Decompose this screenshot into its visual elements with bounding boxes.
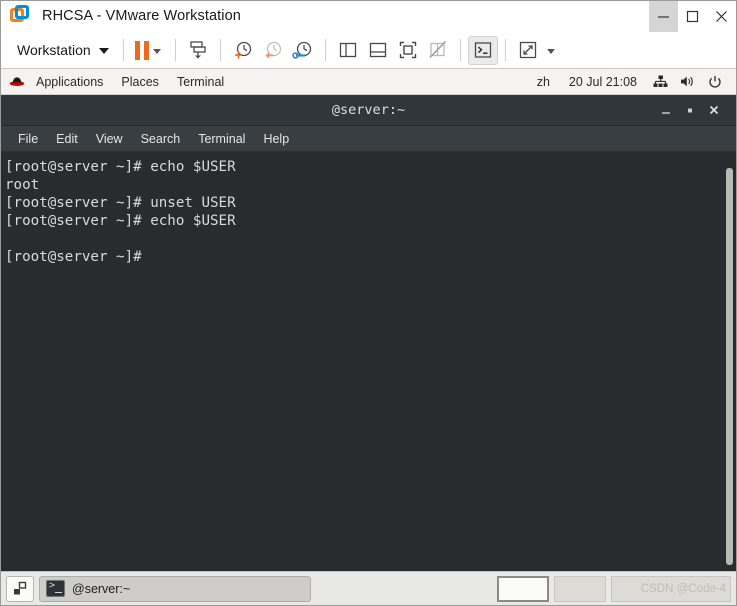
minimize-icon bbox=[662, 112, 670, 114]
show-library-button[interactable] bbox=[333, 36, 363, 65]
menu-terminal[interactable]: Terminal bbox=[189, 132, 254, 146]
snapshot-add-clock-icon bbox=[234, 41, 251, 59]
toolbar-separator bbox=[504, 39, 506, 61]
workspace-switcher-1[interactable] bbox=[497, 575, 549, 602]
maximize-icon bbox=[686, 10, 699, 22]
terminal-window: @server:~ File Edit View Search Terminal… bbox=[1, 95, 736, 571]
gnome-menu-places[interactable]: Places bbox=[112, 75, 168, 89]
gnome-menu-terminal[interactable]: Terminal bbox=[168, 75, 233, 89]
panel-bottom-icon bbox=[369, 42, 386, 58]
terminal-prompt-line: [root@server ~]# bbox=[5, 249, 142, 265]
workspace-switcher-2[interactable] bbox=[554, 575, 606, 602]
snapshot-revert-clock-icon bbox=[264, 41, 281, 59]
terminal-minimize-button[interactable] bbox=[654, 98, 678, 122]
terminal-maximize-button[interactable] bbox=[678, 98, 702, 122]
taskbar-window-item[interactable]: @server:~ bbox=[39, 575, 311, 602]
workstation-menu-chevron-down-icon[interactable] bbox=[98, 48, 109, 54]
toolbar-separator bbox=[174, 39, 176, 61]
close-button[interactable] bbox=[707, 1, 736, 32]
revert-snapshot-button[interactable] bbox=[258, 36, 288, 65]
minimize-icon bbox=[658, 15, 669, 18]
terminal-icon bbox=[46, 580, 65, 597]
terminal-scrollbar[interactable] bbox=[726, 158, 733, 567]
workstation-menu-button[interactable]: Workstation bbox=[7, 42, 95, 58]
show-desktop-icon bbox=[14, 581, 27, 594]
toolbar-separator bbox=[219, 39, 221, 61]
redhat-logo-icon bbox=[9, 75, 25, 88]
toolbar-separator bbox=[459, 39, 461, 61]
take-snapshot-button[interactable] bbox=[228, 36, 258, 65]
taskbar-window-label: @server:~ bbox=[72, 581, 131, 596]
snapshot-manager-clock-wrench-icon bbox=[291, 41, 311, 59]
close-icon bbox=[709, 105, 719, 115]
menu-help[interactable]: Help bbox=[254, 132, 298, 146]
gnome-panel-right: zh 20 Jul 21:08 bbox=[528, 75, 728, 89]
terminal-line: root bbox=[5, 177, 40, 193]
network-wired-icon[interactable] bbox=[647, 75, 674, 88]
clock[interactable]: 20 Jul 21:08 bbox=[559, 75, 647, 89]
input-source-indicator[interactable]: zh bbox=[528, 75, 559, 89]
speaker-volume-icon[interactable] bbox=[674, 75, 702, 88]
menu-edit[interactable]: Edit bbox=[47, 132, 87, 146]
unity-mode-button[interactable] bbox=[423, 36, 453, 65]
terminal-scrollbar-thumb[interactable] bbox=[726, 168, 733, 565]
suspend-guest-button[interactable] bbox=[183, 36, 213, 65]
vmware-window-controls bbox=[649, 0, 736, 32]
pause-dropdown-chevron-down-icon[interactable] bbox=[152, 48, 161, 54]
expand-arrows-icon bbox=[519, 41, 536, 59]
watermark-area: CSDN @Code-4 bbox=[611, 575, 731, 602]
terminal-line: [root@server ~]# echo $USER bbox=[5, 159, 236, 175]
show-desktop-button[interactable] bbox=[6, 575, 34, 602]
gnome-top-panel: Applications Places Terminal zh 20 Jul 2… bbox=[1, 69, 736, 95]
close-icon bbox=[716, 10, 727, 22]
console-view-button[interactable] bbox=[467, 35, 498, 65]
terminal-prompt-icon bbox=[474, 42, 491, 58]
terminal-line: [root@server ~]# unset USER bbox=[5, 195, 236, 211]
toolbar-separator bbox=[324, 39, 326, 61]
suspend-download-icon bbox=[190, 41, 206, 59]
power-button-icon[interactable] bbox=[702, 75, 728, 89]
watermark-text: CSDN @Code-4 bbox=[640, 582, 726, 595]
terminal-window-title: @server:~ bbox=[331, 102, 406, 118]
maximize-button[interactable] bbox=[678, 1, 707, 32]
terminal-line: [root@server ~]# echo $USER bbox=[5, 213, 236, 229]
vmware-toolbar: Workstation bbox=[1, 32, 736, 69]
vmware-window-title: RHCSA - VMware Workstation bbox=[42, 8, 241, 24]
panel-left-icon bbox=[339, 42, 356, 58]
menu-search[interactable]: Search bbox=[132, 132, 190, 146]
maximize-icon bbox=[688, 108, 692, 113]
minimize-button[interactable] bbox=[649, 0, 678, 32]
terminal-menu-bar: File Edit View Search Terminal Help bbox=[1, 126, 736, 152]
gnome-bottom-taskbar: @server:~ CSDN @Code-4 bbox=[1, 571, 736, 605]
gnome-menu-applications[interactable]: Applications bbox=[27, 75, 112, 89]
terminal-title-bar: @server:~ bbox=[1, 95, 736, 126]
pause-vm-button[interactable] bbox=[134, 40, 149, 60]
menu-file[interactable]: File bbox=[9, 132, 47, 146]
vmware-workstation-window: RHCSA - VMware Workstation Workstation A… bbox=[0, 0, 737, 606]
vmware-logo-icon bbox=[10, 5, 32, 27]
toolbar-separator bbox=[122, 39, 124, 61]
full-screen-button[interactable] bbox=[393, 36, 423, 65]
terminal-output-area[interactable]: [root@server ~]# echo $USER root [root@s… bbox=[1, 152, 736, 571]
pause-icon bbox=[143, 40, 149, 60]
terminal-close-button[interactable] bbox=[702, 98, 726, 122]
stretch-guest-button[interactable] bbox=[513, 36, 543, 65]
guest-os-screen: Applications Places Terminal zh 20 Jul 2… bbox=[1, 69, 736, 605]
unity-disabled-icon bbox=[429, 41, 446, 58]
menu-view[interactable]: View bbox=[87, 132, 132, 146]
vmware-title-bar: RHCSA - VMware Workstation bbox=[1, 0, 736, 32]
terminal-window-controls bbox=[654, 98, 736, 122]
pause-icon bbox=[134, 40, 140, 60]
gnome-panel-left: Applications Places Terminal bbox=[9, 75, 233, 89]
fullscreen-brackets-icon bbox=[399, 41, 416, 59]
manage-snapshots-button[interactable] bbox=[288, 36, 318, 65]
show-thumbnails-button[interactable] bbox=[363, 36, 393, 65]
stretch-dropdown-chevron-down-icon[interactable] bbox=[546, 48, 555, 54]
